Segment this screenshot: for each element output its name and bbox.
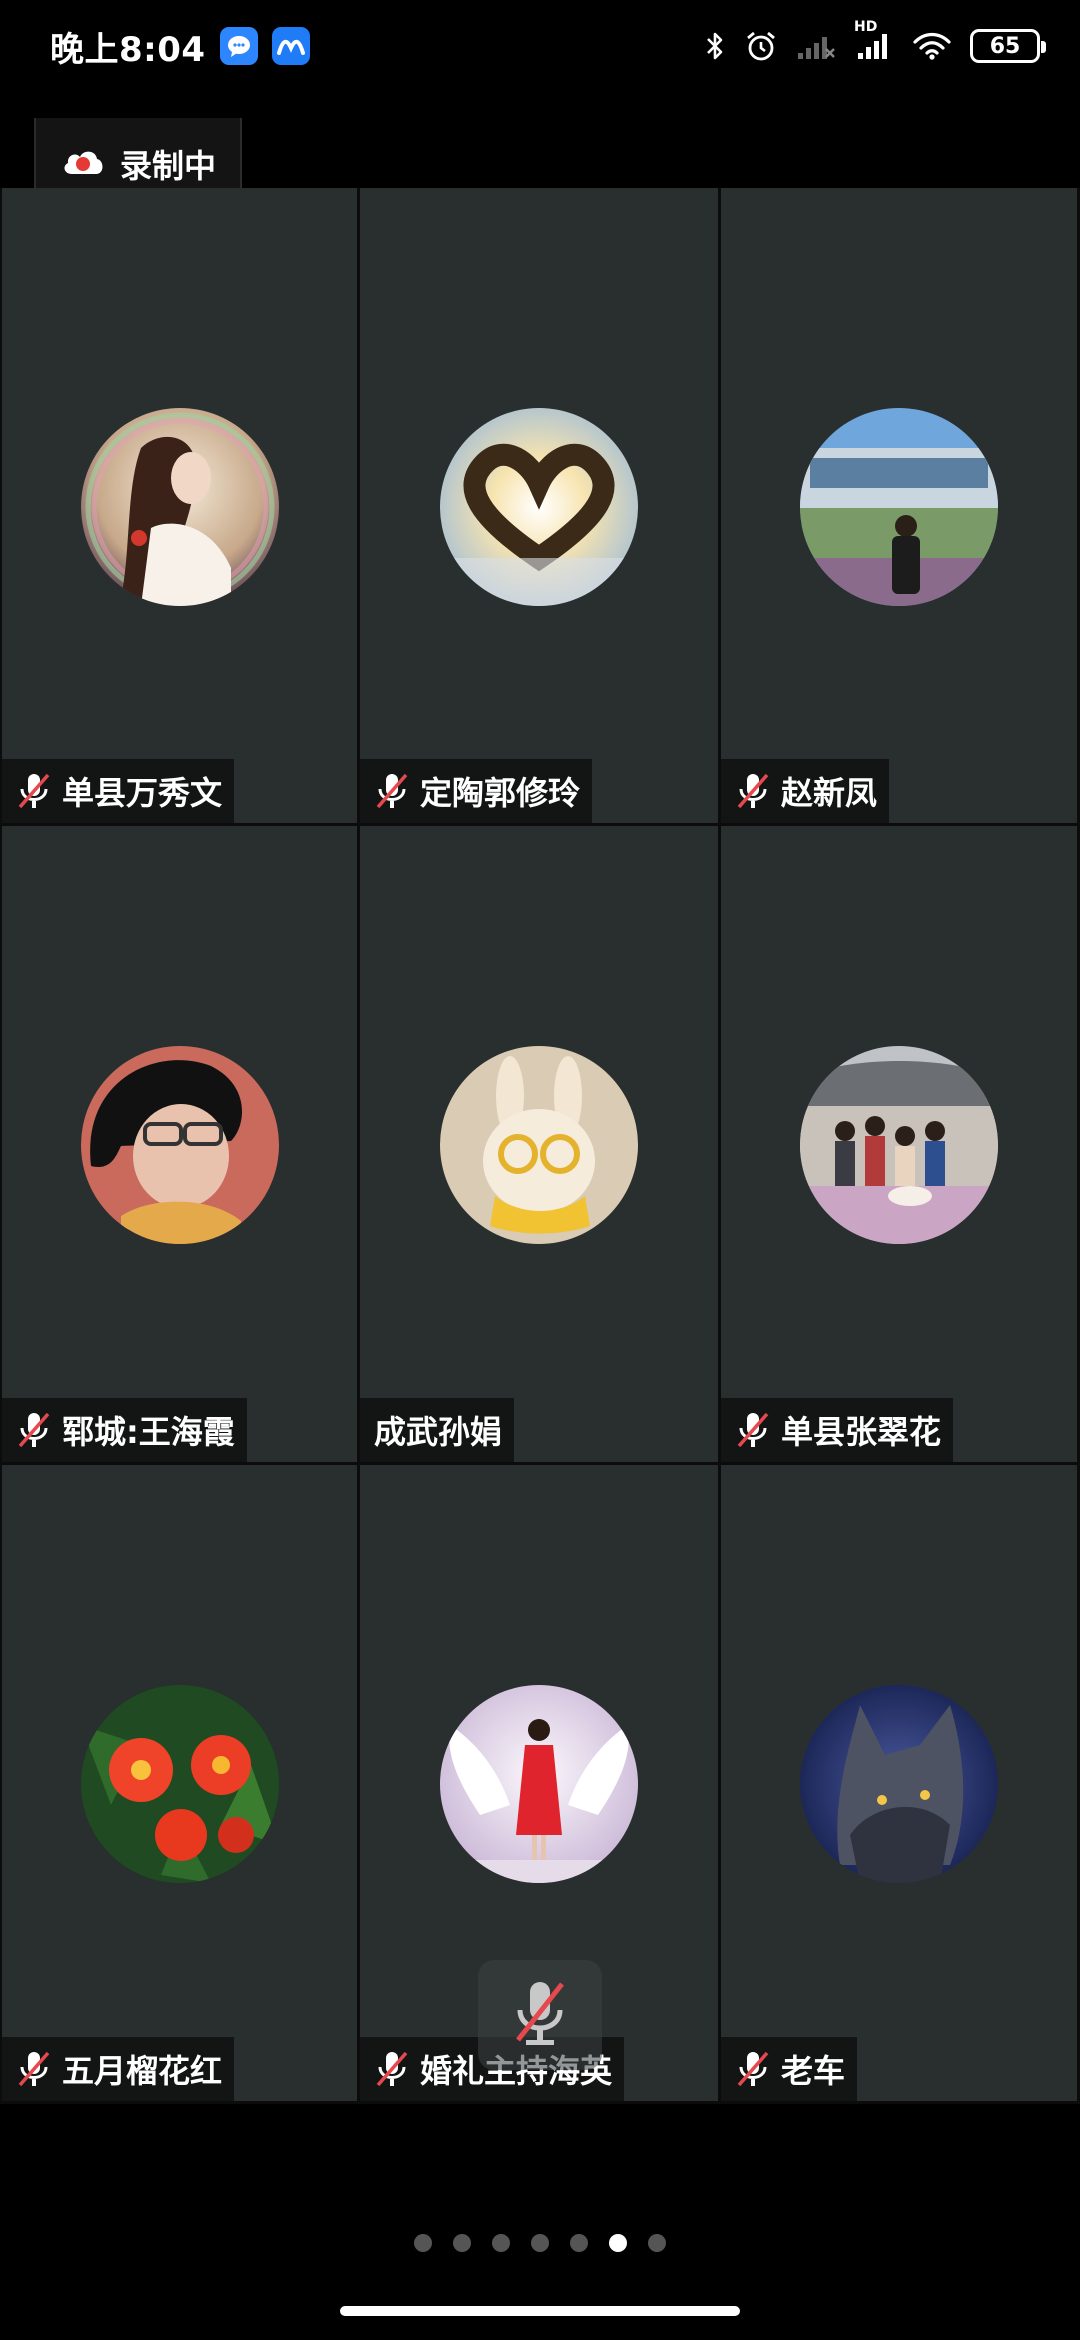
participant-tile[interactable]: 赵新凤 bbox=[721, 188, 1080, 826]
participant-avatar bbox=[440, 1685, 638, 1883]
participant-name: 成武孙娟 bbox=[374, 1413, 503, 1451]
recording-cloud-icon bbox=[60, 146, 106, 182]
alarm-icon bbox=[744, 29, 778, 63]
mic-muted-icon bbox=[735, 1410, 771, 1450]
page-dot[interactable] bbox=[531, 2234, 549, 2252]
floating-mic-button[interactable] bbox=[478, 1960, 602, 2070]
participant-name: 赵新凤 bbox=[781, 774, 878, 812]
signal-weak-icon bbox=[796, 31, 836, 61]
participant-avatar bbox=[800, 1685, 998, 1883]
participant-avatar bbox=[80, 1046, 279, 1244]
participant-name-tag: 五月榴花红 bbox=[2, 2037, 235, 2101]
participant-avatar bbox=[800, 408, 998, 606]
page-dot-active[interactable] bbox=[609, 2234, 627, 2252]
participant-grid: 单县万秀文 定陶郭修玲 赵新凤 郓城:王海霞 成武孙娟 单县张翠花 五月榴花红 … bbox=[0, 188, 1080, 2104]
participant-name-tag: 定陶郭修玲 bbox=[360, 759, 593, 823]
participant-name: 定陶郭修玲 bbox=[420, 774, 581, 812]
wifi-icon bbox=[912, 31, 952, 61]
participant-tile[interactable]: 郓城:王海霞 bbox=[0, 826, 360, 1465]
participant-tile[interactable]: 老车 bbox=[721, 1465, 1080, 2104]
status-time: 晚上8:04 bbox=[50, 29, 206, 70]
mic-muted-icon bbox=[735, 2049, 771, 2089]
signal-hd-icon: HD bbox=[854, 19, 894, 61]
participant-avatar bbox=[80, 1685, 279, 1883]
participant-name-tag: 老车 bbox=[721, 2037, 858, 2101]
page-dot[interactable] bbox=[453, 2234, 471, 2252]
participant-name-tag: 单县万秀文 bbox=[2, 759, 235, 823]
battery-level: 65 bbox=[989, 33, 1021, 59]
participant-name: 五月榴花红 bbox=[62, 2052, 223, 2090]
home-indicator[interactable] bbox=[340, 2306, 740, 2316]
mic-muted-icon bbox=[374, 2049, 410, 2089]
battery-icon: 65 bbox=[970, 29, 1046, 63]
status-right: HD 65 bbox=[704, 19, 1046, 63]
participant-avatar bbox=[440, 1046, 638, 1244]
participant-name-tag: 成武孙娟 bbox=[360, 1398, 515, 1462]
page-indicator bbox=[0, 2234, 1080, 2252]
participant-name: 郓城:王海霞 bbox=[62, 1413, 235, 1451]
mic-muted-icon bbox=[374, 771, 410, 811]
mic-muted-icon bbox=[512, 1978, 568, 2052]
participant-name: 老车 bbox=[781, 2052, 846, 2090]
participant-avatar bbox=[440, 408, 638, 606]
page-dot[interactable] bbox=[492, 2234, 510, 2252]
chat-app-icon bbox=[219, 27, 258, 65]
status-bar: 晚上8:04 HD 65 bbox=[0, 0, 1080, 92]
participant-tile[interactable]: 五月榴花红 bbox=[0, 1465, 360, 2104]
page-dot[interactable] bbox=[648, 2234, 666, 2252]
bluetooth-icon bbox=[704, 30, 726, 62]
participant-name-tag: 单县张翠花 bbox=[721, 1398, 954, 1462]
mic-muted-icon bbox=[16, 1410, 52, 1450]
page-dot[interactable] bbox=[570, 2234, 588, 2252]
participant-tile[interactable]: 单县张翠花 bbox=[721, 826, 1080, 1465]
hd-label: HD bbox=[854, 19, 878, 35]
recording-label: 录制中 bbox=[120, 147, 217, 185]
participant-name: 单县张翠花 bbox=[781, 1413, 942, 1451]
participant-name-tag: 郓城:王海霞 bbox=[2, 1398, 247, 1462]
participant-tile[interactable]: 成武孙娟 bbox=[360, 826, 721, 1465]
page-dot[interactable] bbox=[414, 2234, 432, 2252]
mic-muted-icon bbox=[16, 771, 52, 811]
status-left: 晚上8:04 bbox=[50, 22, 310, 71]
participant-name: 单县万秀文 bbox=[62, 774, 223, 812]
participant-avatar bbox=[80, 408, 279, 606]
meeting-app-icon bbox=[271, 27, 310, 65]
recording-row: 录制中 bbox=[60, 142, 216, 186]
participant-tile[interactable]: 单县万秀文 bbox=[0, 188, 360, 826]
participant-avatar bbox=[800, 1046, 998, 1244]
participant-name-tag: 赵新凤 bbox=[721, 759, 890, 823]
mic-muted-icon bbox=[735, 771, 771, 811]
mic-muted-icon bbox=[16, 2049, 52, 2089]
participant-tile[interactable]: 定陶郭修玲 bbox=[360, 188, 721, 826]
